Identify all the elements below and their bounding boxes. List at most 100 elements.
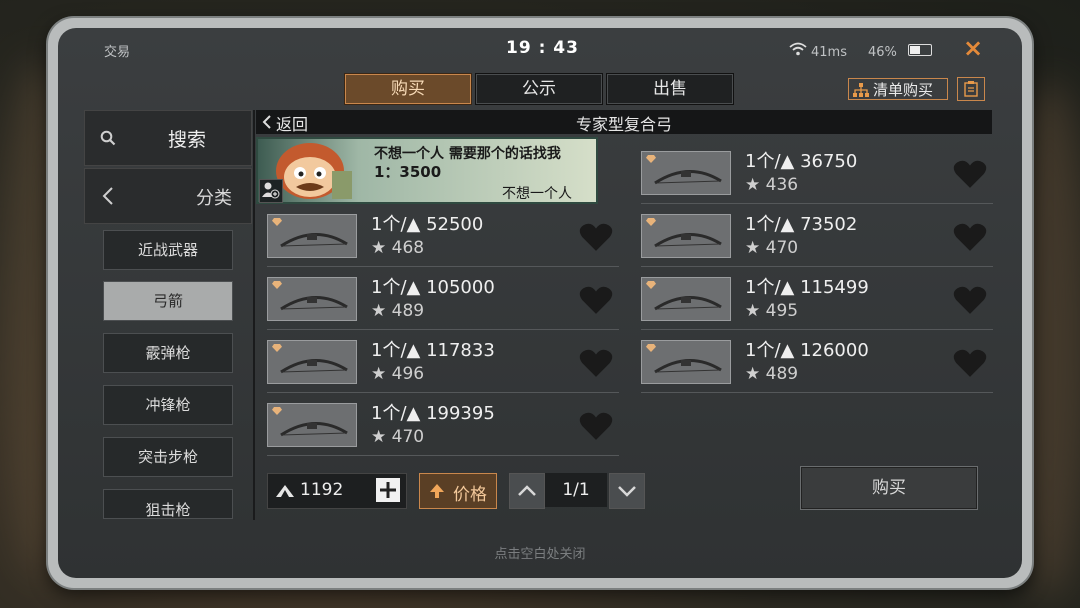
page-down-button[interactable] bbox=[609, 473, 645, 509]
item-thumbnail bbox=[267, 277, 357, 321]
heart-icon[interactable] bbox=[953, 159, 987, 189]
heart-icon[interactable] bbox=[579, 285, 613, 315]
item-header: 返回 专家型复合弓 bbox=[256, 110, 992, 134]
ad-message: 不想一个人 需要那个的话找我 bbox=[374, 146, 561, 162]
tab-buy[interactable]: 购买 bbox=[344, 73, 472, 105]
arrow-up-icon bbox=[430, 484, 444, 498]
listing-row[interactable]: 1个/▲ 199395 ★ 470 bbox=[267, 397, 619, 456]
rating-icon: ★ bbox=[371, 364, 392, 384]
ping-text: 41ms bbox=[811, 45, 847, 60]
tab-announce[interactable]: 公示 bbox=[475, 73, 603, 105]
rating-icon: ★ bbox=[745, 301, 766, 321]
category-header[interactable]: 分类 bbox=[84, 168, 252, 224]
window-title: 交易 bbox=[104, 41, 130, 60]
listing-row[interactable]: 1个/▲ 73502 ★ 470 bbox=[641, 208, 993, 267]
listing-row[interactable]: 1个/▲ 105000 ★ 489 bbox=[267, 271, 619, 330]
listing-row[interactable]: 1个/▲ 115499 ★ 495 bbox=[641, 271, 993, 330]
rating-value: 496 bbox=[391, 364, 425, 384]
clipboard-icon bbox=[964, 81, 978, 97]
rating-icon: ★ bbox=[371, 238, 392, 258]
listing-price: 1个/▲ 115499 bbox=[745, 277, 869, 298]
battery-readout: 46% bbox=[868, 41, 897, 60]
category-melee[interactable]: 近战武器 bbox=[103, 230, 233, 270]
listing-price: 1个/▲ 199395 bbox=[371, 403, 495, 424]
heart-icon[interactable] bbox=[579, 348, 613, 378]
clipboard-button[interactable] bbox=[957, 77, 985, 101]
search-label: 搜索 bbox=[168, 129, 207, 151]
rating-value: 489 bbox=[765, 364, 799, 384]
listing-rating: ★ 489 bbox=[371, 301, 424, 321]
rating-icon: ★ bbox=[371, 301, 392, 321]
list-buy-label: 清单购买 bbox=[873, 81, 934, 99]
listing-rating: ★ 470 bbox=[745, 238, 798, 258]
listing-rating: ★ 495 bbox=[745, 301, 798, 321]
ad-rate: 1：3500 bbox=[374, 163, 442, 181]
add-balance-button[interactable] bbox=[376, 478, 400, 502]
rating-value: 436 bbox=[765, 175, 799, 195]
plus-icon bbox=[380, 482, 396, 498]
sort-label: 价格 bbox=[453, 485, 487, 505]
heart-icon[interactable] bbox=[953, 285, 987, 315]
listing-rating: ★ 468 bbox=[371, 238, 424, 258]
listing-row[interactable]: 1个/▲ 36750 ★ 436 bbox=[641, 145, 993, 204]
wifi-icon bbox=[789, 41, 807, 60]
category-shotgun[interactable]: 霰弹枪 bbox=[103, 333, 233, 373]
listing-rating: ★ 489 bbox=[745, 364, 798, 384]
listing-price: 1个/▲ 126000 bbox=[745, 340, 869, 361]
item-thumbnail bbox=[641, 214, 731, 258]
balance-box: 1192 bbox=[267, 473, 407, 509]
sort-price-button[interactable]: 价格 bbox=[419, 473, 497, 509]
listing-rating: ★ 470 bbox=[371, 427, 424, 447]
rating-value: 470 bbox=[765, 238, 799, 258]
heart-icon[interactable] bbox=[953, 222, 987, 252]
heart-icon[interactable] bbox=[579, 222, 613, 252]
window-title-text: 交易 bbox=[104, 45, 131, 60]
category-smg[interactable]: 冲锋枪 bbox=[103, 385, 233, 425]
category-sniper[interactable]: 狙击枪 bbox=[103, 489, 233, 519]
rating-value: 489 bbox=[391, 301, 425, 321]
listing-rating: ★ 436 bbox=[745, 175, 798, 195]
listing-row[interactable]: 1个/▲ 52500 ★ 468 bbox=[267, 208, 619, 267]
page-indicator: 1/1 bbox=[545, 473, 607, 507]
tab-sell[interactable]: 出售 bbox=[606, 73, 734, 105]
item-thumbnail bbox=[267, 403, 357, 447]
balance-value: 1192 bbox=[300, 480, 344, 500]
sidebar-divider bbox=[253, 110, 255, 520]
chevron-left-icon bbox=[102, 187, 113, 205]
buy-button[interactable]: 购买 bbox=[800, 466, 978, 510]
rating-value: 468 bbox=[391, 238, 425, 258]
rating-icon: ★ bbox=[745, 175, 766, 195]
listing-row[interactable]: 1个/▲ 117833 ★ 496 bbox=[267, 334, 619, 393]
item-title: 专家型复合弓 bbox=[575, 115, 672, 134]
chevron-down-icon bbox=[618, 486, 636, 497]
clock: 19 : 43 bbox=[506, 38, 579, 58]
battery-text: 46% bbox=[868, 45, 897, 60]
ad-seller-name: 不想一个人 bbox=[502, 186, 572, 202]
listing-rating: ★ 496 bbox=[371, 364, 424, 384]
listing-row[interactable]: 1个/▲ 126000 ★ 489 bbox=[641, 334, 993, 393]
trade-window: 交易 19 : 43 41ms 46% × 购买 公示 出售 清单购买 搜索 分… bbox=[58, 28, 1022, 578]
close-hint: 点击空白处关闭 bbox=[494, 547, 586, 562]
item-thumbnail bbox=[641, 151, 731, 195]
ping-readout: 41ms bbox=[811, 41, 847, 60]
rating-icon: ★ bbox=[745, 364, 766, 384]
search-button[interactable]: 搜索 bbox=[84, 110, 252, 166]
search-icon bbox=[100, 130, 116, 146]
item-thumbnail bbox=[641, 277, 731, 321]
item-thumbnail bbox=[641, 340, 731, 384]
coin-icon bbox=[276, 485, 294, 497]
page-up-button[interactable] bbox=[509, 473, 545, 509]
rating-value: 470 bbox=[391, 427, 425, 447]
heart-icon[interactable] bbox=[953, 348, 987, 378]
category-assault-rifle[interactable]: 突击步枪 bbox=[103, 437, 233, 477]
battery-icon bbox=[908, 44, 932, 56]
category-label: 分类 bbox=[196, 188, 232, 209]
category-bow[interactable]: 弓箭 bbox=[103, 281, 233, 321]
listing-price: 1个/▲ 105000 bbox=[371, 277, 495, 298]
seller-ad-banner[interactable]: 不想一个人 需要那个的话找我 1：3500 不想一个人 bbox=[256, 137, 598, 204]
add-friend-icon[interactable] bbox=[259, 179, 283, 203]
rating-icon: ★ bbox=[745, 238, 766, 258]
list-buy-button[interactable]: 清单购买 bbox=[848, 78, 948, 100]
close-icon[interactable]: × bbox=[963, 34, 983, 62]
heart-icon[interactable] bbox=[579, 411, 613, 441]
